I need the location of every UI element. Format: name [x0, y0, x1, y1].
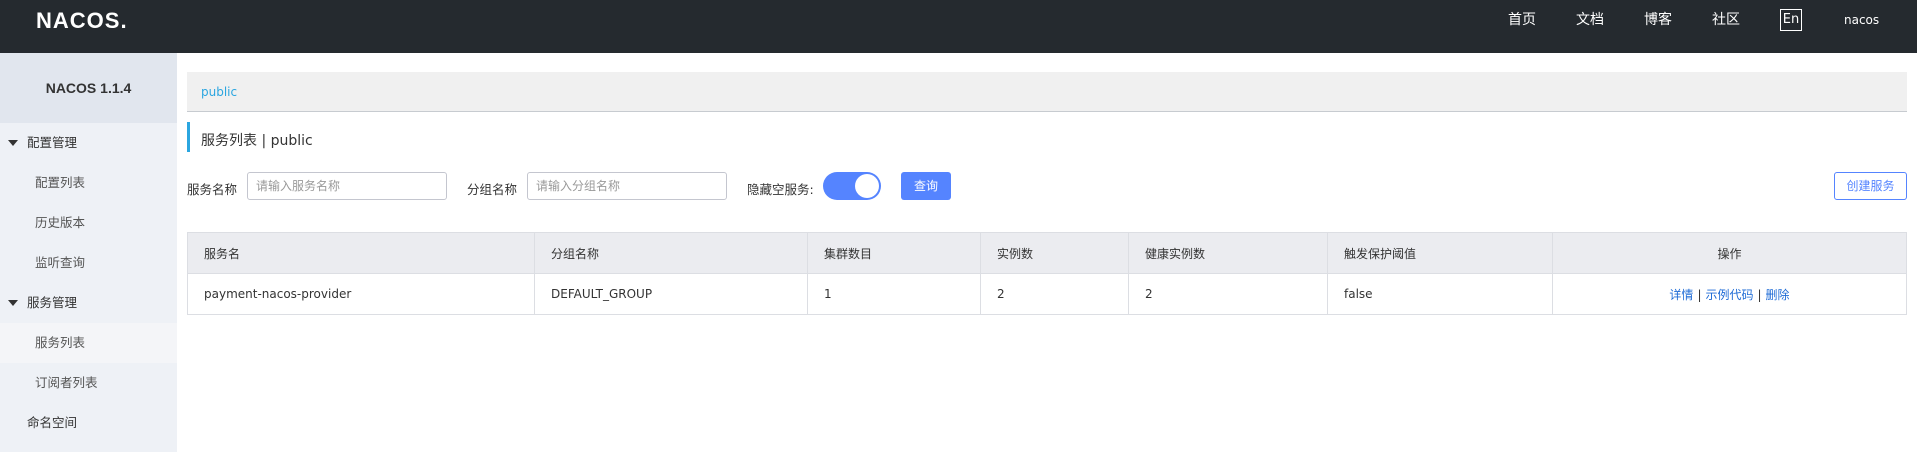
sidebar-namespace-label: 命名空间	[27, 415, 78, 430]
sidebar-item-config-list[interactable]: 配置列表	[0, 163, 177, 203]
action-separator: |	[1697, 287, 1702, 302]
group-name-label: 分组名称	[467, 182, 518, 197]
nav-blog-link[interactable]: 博客	[1644, 0, 1672, 40]
sidebar-item-history[interactable]: 历史版本	[0, 203, 177, 243]
column-header-service-name: 服务名	[187, 232, 535, 274]
sidebar-group-service-label: 服务管理	[27, 295, 78, 310]
toggle-knob	[855, 174, 879, 198]
sidebar-group-service[interactable]: 服务管理	[0, 283, 177, 323]
column-header-healthy-count: 健康实例数	[1128, 232, 1328, 274]
column-header-cluster-count: 集群数目	[807, 232, 981, 274]
nav-community-link[interactable]: 社区	[1712, 0, 1740, 40]
top-navbar: NACOS. 首页 文档 博客 社区 En nacos	[0, 0, 1917, 53]
namespace-public-link[interactable]: public	[201, 85, 237, 99]
sidebar: NACOS 1.1.4 配置管理 配置列表 历史版本 监听查询 服务管理 服务列…	[0, 53, 177, 452]
page-title-bar: 服务列表 | public	[187, 122, 313, 152]
service-table: 服务名 分组名称 集群数目 实例数 健康实例数 触发保护阈值 操作 paymen…	[187, 232, 1907, 315]
group-name-input[interactable]	[527, 172, 727, 200]
column-header-protect-threshold: 触发保护阈值	[1327, 232, 1553, 274]
service-name-label: 服务名称	[187, 182, 238, 197]
hide-empty-services-label: 隐藏空服务:	[747, 182, 814, 197]
language-switch-button[interactable]: En	[1780, 9, 1802, 31]
sidebar-item-namespace[interactable]: 命名空间	[0, 403, 177, 443]
namespace-breadcrumb: public	[187, 72, 1907, 112]
cell-instance-count: 2	[980, 273, 1129, 315]
column-header-actions: 操作	[1552, 232, 1907, 274]
action-separator: |	[1757, 287, 1762, 302]
sidebar-item-service-list[interactable]: 服务列表	[0, 323, 177, 363]
hide-empty-services-toggle[interactable]	[823, 172, 881, 200]
sidebar-item-listener-query[interactable]: 监听查询	[0, 243, 177, 283]
table-header-row: 服务名 分组名称 集群数目 实例数 健康实例数 触发保护阈值 操作	[187, 232, 1907, 274]
cell-cluster-count: 1	[807, 273, 981, 315]
caret-down-icon	[8, 300, 18, 306]
cell-protect-threshold: false	[1327, 273, 1553, 315]
detail-link[interactable]: 详情	[1669, 288, 1693, 302]
column-header-group-name: 分组名称	[534, 232, 808, 274]
cell-healthy-count: 2	[1128, 273, 1328, 315]
cell-service-name: payment-nacos-provider	[187, 273, 535, 315]
sidebar-version-title: NACOS 1.1.4	[0, 53, 177, 123]
create-service-button[interactable]: 创建服务	[1834, 172, 1907, 200]
nav-docs-link[interactable]: 文档	[1576, 0, 1604, 40]
column-header-instance-count: 实例数	[980, 232, 1129, 274]
cell-actions: 详情 | 示例代码 | 删除	[1552, 273, 1907, 315]
delete-link[interactable]: 删除	[1766, 288, 1790, 302]
nav-home-link[interactable]: 首页	[1508, 0, 1536, 40]
sidebar-group-config-label: 配置管理	[27, 135, 78, 150]
service-name-input[interactable]	[247, 172, 447, 200]
cell-group-name: DEFAULT_GROUP	[534, 273, 808, 315]
page-title: 服务列表 | public	[201, 133, 313, 149]
sample-code-link[interactable]: 示例代码	[1705, 288, 1753, 302]
query-button[interactable]: 查询	[901, 172, 951, 200]
sidebar-group-config[interactable]: 配置管理	[0, 123, 177, 163]
user-name[interactable]: nacos	[1844, 0, 1879, 40]
table-row: payment-nacos-provider DEFAULT_GROUP 1 2…	[187, 273, 1907, 315]
caret-down-icon	[8, 140, 18, 146]
sidebar-item-subscriber-list[interactable]: 订阅者列表	[0, 363, 177, 403]
nacos-logo[interactable]: NACOS.	[36, 8, 128, 34]
